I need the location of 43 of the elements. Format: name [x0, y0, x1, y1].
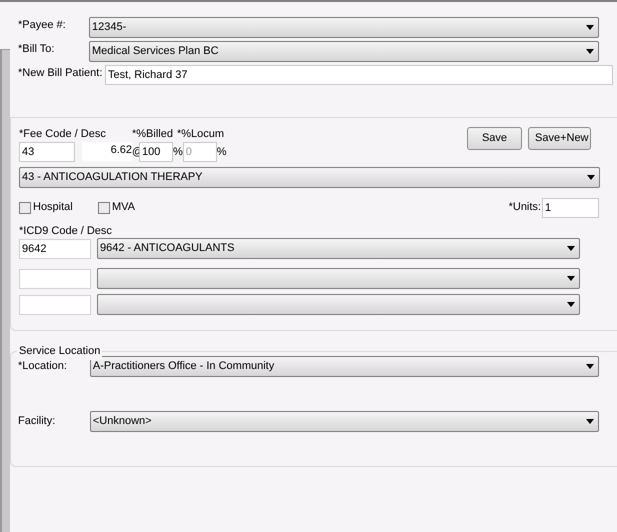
checkbox-label[interactable]: MVA	[112, 199, 136, 216]
icd9-code-field[interactable]	[19, 294, 91, 314]
button[interactable]: Save+New	[528, 127, 591, 150]
units-field[interactable]: 1	[542, 198, 599, 218]
checkbox[interactable]	[19, 202, 31, 214]
dropdown-arrow-icon	[586, 364, 594, 369]
dropdown-arrow-icon	[586, 49, 594, 54]
billed-field[interactable]: 100	[139, 142, 173, 162]
button[interactable]: Save	[467, 127, 522, 150]
field-label: *Fee Code / Desc	[19, 127, 107, 142]
dropdown-arrow-icon	[567, 302, 575, 307]
group-title: Service Location	[17, 343, 102, 360]
dropdown[interactable]: Medical Services Plan BC	[89, 41, 599, 62]
percent-sign: %	[216, 144, 227, 160]
percent-sign: %	[173, 144, 183, 160]
field-label: *New Bill Patient:	[18, 66, 104, 81]
checkbox[interactable]	[98, 202, 110, 214]
icd9-code-field[interactable]: 9642	[19, 238, 91, 258]
field-label: Facility:	[18, 414, 56, 430]
dropdown-arrow-icon	[567, 246, 575, 251]
dropdown[interactable]: A-Practitioners Office - In Community	[90, 356, 599, 377]
dropdown[interactable]	[97, 294, 580, 315]
dropdown-arrow-icon	[567, 276, 575, 281]
dropdown-arrow-icon	[587, 175, 595, 180]
fee-code-field[interactable]: 43	[19, 142, 75, 162]
field-label: *%Billed	[132, 127, 174, 142]
field-label: *Payee #:	[18, 18, 67, 33]
dropdown[interactable]	[97, 268, 580, 289]
field-label: *%Locum	[177, 127, 224, 142]
patient-field[interactable]: Test, Richard 37	[105, 65, 613, 85]
fee-amount: 6.62	[82, 142, 132, 161]
dropdown[interactable]: <Unknown>	[90, 411, 599, 432]
field-label: *ICD9 Code / Desc	[19, 225, 113, 237]
field-label: *Location:	[18, 359, 68, 374]
checkbox-label[interactable]: Hospital	[33, 199, 73, 216]
dropdown[interactable]: 12345-	[89, 17, 599, 38]
field-label: *Bill To:	[18, 42, 56, 57]
icd9-code-field[interactable]	[19, 268, 91, 288]
dropdown[interactable]: 9642 - ANTICOAGULANTS	[97, 238, 580, 259]
field-label: *Units:	[508, 200, 541, 216]
dropdown-arrow-icon	[586, 419, 594, 424]
dropdown[interactable]: 43 - ANTICOAGULATION THERAPY	[19, 167, 600, 188]
dropdown-arrow-icon	[586, 25, 594, 30]
